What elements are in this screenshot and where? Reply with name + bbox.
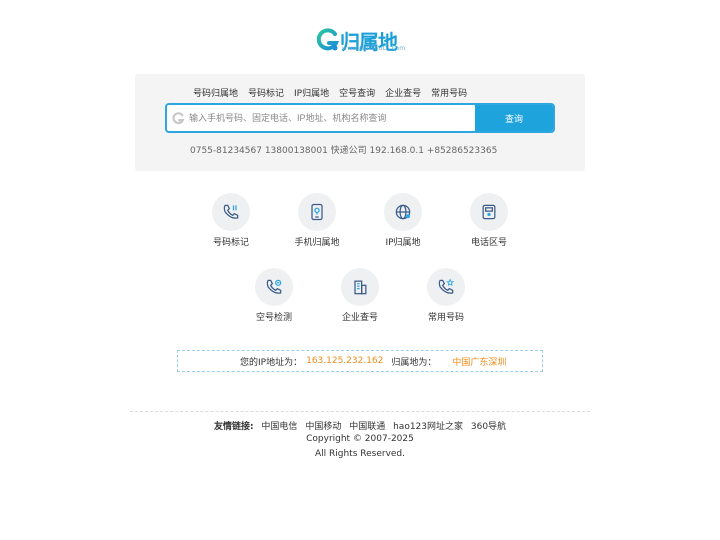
phone-star-icon	[438, 278, 455, 294]
footer-divider	[130, 411, 590, 412]
logo-subtext: www.GuiShuDi.com	[342, 45, 406, 52]
friend-links: 友情链接: 中国电信 中国移动 中国联通 hao123网址之家 360导航	[0, 419, 720, 432]
feature-label: IP归属地	[385, 238, 421, 248]
feature-common-number[interactable]: 常用号码	[406, 268, 486, 323]
area-code-icon	[482, 204, 496, 220]
tab-number-location[interactable]: 号码归属地	[193, 86, 238, 99]
link-hao123[interactable]: hao123网址之家	[393, 422, 463, 432]
mobile-location-icon	[311, 203, 323, 221]
feature-mobile-location[interactable]: 手机归属地	[277, 193, 357, 248]
feature-label: 常用号码	[427, 313, 464, 323]
search-examples[interactable]: 0755-81234567 13800138001 快递公司 192.168.0…	[190, 143, 497, 156]
tab-number-mark[interactable]: 号码标记	[248, 86, 284, 99]
search-panel: 号码归属地 号码标记 IP归属地 空号查询 企业查号 常用号码 查询 0755-…	[135, 74, 585, 171]
tab-ip-location[interactable]: IP归属地	[294, 86, 329, 99]
rights-reserved: All Rights Reserved.	[314, 449, 406, 459]
feature-circle	[427, 268, 465, 306]
building-icon	[354, 280, 367, 295]
search-input[interactable]	[189, 105, 475, 131]
feature-circle	[298, 193, 336, 231]
feature-circle	[384, 193, 422, 231]
link-china-unicom[interactable]: 中国联通	[349, 422, 385, 432]
tab-company-number[interactable]: 企业查号	[385, 86, 421, 99]
tab-empty-number[interactable]: 空号查询	[339, 86, 375, 99]
phone-check-icon	[266, 279, 282, 294]
feature-empty-check[interactable]: 空号检测	[234, 268, 314, 323]
site-logo[interactable]: 归属地 www.GuiShuDi.com	[316, 28, 406, 56]
ip-location-value: 中国广东深圳	[452, 357, 507, 368]
feature-ip-location[interactable]: IP归属地	[363, 193, 443, 248]
link-360-nav[interactable]: 360导航	[471, 422, 506, 432]
copyright: Copyright © 2007-2025	[306, 434, 414, 444]
globe-icon	[395, 204, 411, 220]
tab-common-number[interactable]: 常用号码	[431, 86, 467, 99]
logo-g-icon	[316, 28, 340, 51]
ip-value: 163.125.232.162	[306, 356, 384, 366]
phone-mark-icon	[223, 204, 239, 219]
feature-label: 空号检测	[255, 313, 292, 323]
ip-location-label: 归属地为：	[391, 357, 437, 368]
ip-label: 您的IP地址为：	[240, 357, 303, 368]
feature-company[interactable]: 企业查号	[320, 268, 400, 323]
feature-circle	[341, 268, 379, 306]
friend-links-title: 友情链接:	[213, 422, 254, 432]
feature-label: 号码标记	[212, 238, 249, 248]
feature-circle	[255, 268, 293, 306]
search-g-icon	[172, 112, 185, 125]
feature-number-mark[interactable]: 号码标记	[191, 193, 271, 248]
feature-label: 电话区号	[470, 238, 507, 248]
ip-info-box: 您的IP地址为： 163.125.232.162 归属地为： 中国广东深圳	[177, 350, 543, 372]
search-box: 查询	[165, 103, 555, 133]
feature-label: 企业查号	[341, 313, 378, 323]
link-china-mobile[interactable]: 中国移动	[305, 422, 341, 432]
feature-circle	[470, 193, 508, 231]
link-china-telecom[interactable]: 中国电信	[261, 422, 297, 432]
search-tabs: 号码归属地 号码标记 IP归属地 空号查询 企业查号 常用号码	[193, 86, 467, 99]
feature-area-code[interactable]: 电话区号	[449, 193, 529, 248]
feature-circle	[212, 193, 250, 231]
search-button[interactable]: 查询	[475, 105, 553, 131]
feature-label: 手机归属地	[294, 238, 340, 248]
